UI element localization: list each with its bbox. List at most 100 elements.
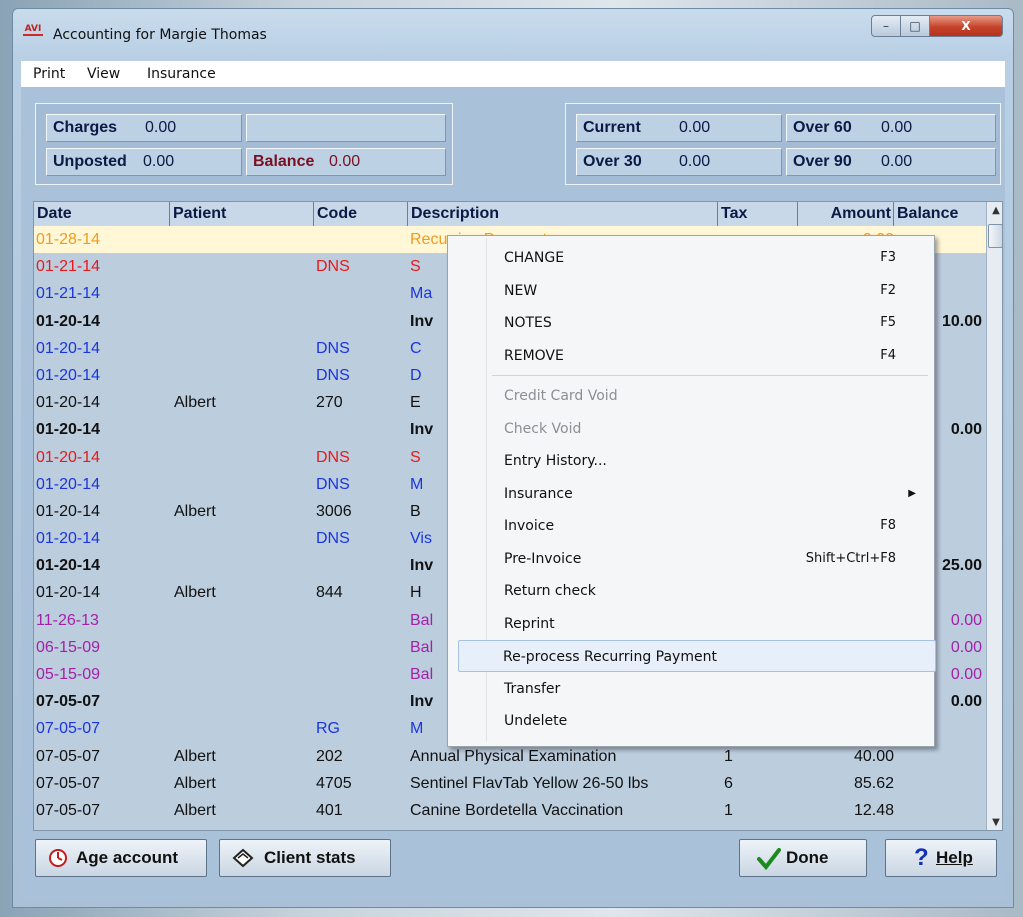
cell-code: DNS: [316, 448, 350, 466]
menu-item-reprint[interactable]: Reprint: [450, 608, 930, 640]
title-bar[interactable]: AVI Accounting for Margie Thomas – □ X: [13, 9, 1013, 61]
col-balance[interactable]: Balance: [894, 202, 986, 226]
over90-value: 0.00: [881, 153, 913, 170]
menu-item-transfer[interactable]: Transfer: [450, 673, 930, 705]
help-button[interactable]: ? Help: [885, 839, 997, 877]
checkmark-icon: [756, 840, 782, 889]
cell-tax: 1: [724, 824, 784, 830]
cell-balance: [894, 797, 982, 824]
app-icon-text: AVI: [23, 24, 43, 36]
charges-value: 0.00: [145, 119, 177, 136]
menu-item-insurance[interactable]: Insurance ▶: [450, 478, 930, 510]
over30-value: 0.00: [679, 153, 711, 170]
cell-desc: Fecal Examination, Flotation: [410, 824, 710, 830]
menu-item-shortcut: F4: [880, 347, 896, 363]
cell-code: DNS: [316, 339, 350, 357]
age-account-button[interactable]: Age account: [35, 839, 207, 877]
age-account-label: Age account: [76, 848, 179, 867]
client-stats-button[interactable]: Client stats: [219, 839, 391, 877]
cell-date: 01-20-14: [36, 312, 101, 330]
menu-item-remove[interactable]: REMOVE F4: [450, 340, 930, 372]
cell-date: 07-05-07: [36, 747, 101, 765]
vertical-scrollbar[interactable]: ▲ ▼: [986, 202, 1002, 830]
cell-code: [316, 226, 406, 253]
cell-date: 01-21-14: [36, 285, 101, 303]
cell-patient: [174, 471, 314, 498]
menu-item-shortcut: Shift+Ctrl+F8: [805, 550, 896, 566]
cell-patient: Albert: [174, 824, 314, 830]
table-row[interactable]: 07-05-07 Albert 4705 Sentinel FlavTab Yello…: [34, 770, 986, 797]
cell-code: 270: [316, 394, 343, 412]
menu-item-undelete[interactable]: Undelete: [450, 705, 930, 737]
current-label: Current: [583, 119, 641, 136]
done-button[interactable]: Done: [739, 839, 867, 877]
close-button[interactable]: X: [929, 15, 1003, 37]
cell-patient: [174, 335, 314, 362]
table-row[interactable]: 07-05-07 Albert 401 Canine Bordetella Vacci…: [34, 797, 986, 824]
over60-label: Over 60: [793, 119, 852, 136]
charges-cell: Charges 0.00: [46, 114, 242, 142]
col-code[interactable]: Code: [314, 202, 408, 226]
maximize-button[interactable]: □: [900, 15, 930, 37]
over60-value: 0.00: [881, 119, 913, 136]
cell-patient: [174, 661, 314, 688]
menu-item-label: Re-process Recurring Payment: [503, 649, 717, 665]
submenu-arrow-icon: ▶: [908, 487, 916, 499]
unposted-label: Unposted: [53, 153, 127, 170]
menu-item-pre-invoice[interactable]: Pre-Invoice Shift+Ctrl+F8: [450, 543, 930, 575]
col-description[interactable]: Description: [408, 202, 718, 226]
minimize-button[interactable]: –: [871, 15, 901, 37]
menu-item-return-check[interactable]: Return check: [450, 575, 930, 607]
cell-date: 11-26-13: [36, 611, 99, 629]
cell-patient: Albert: [174, 394, 216, 412]
cell-code: [316, 552, 406, 579]
cell-code: DNS: [316, 366, 350, 384]
cell-code: RG: [316, 720, 340, 738]
cell-date: 01-20-14: [36, 502, 101, 520]
cell-date: 01-20-14: [36, 584, 101, 602]
balance-value: 0.00: [329, 153, 361, 170]
blank-cell: [246, 114, 446, 142]
question-icon: ?: [914, 844, 929, 871]
scroll-down-icon[interactable]: ▼: [987, 814, 1002, 830]
cell-date: 01-20-14: [36, 339, 101, 357]
menu-item-label: NEW: [504, 282, 538, 299]
cell-patient: [174, 607, 314, 634]
menu-item-shortcut: F2: [880, 282, 896, 298]
menu-item-notes[interactable]: NOTES F5: [450, 307, 930, 339]
col-date[interactable]: Date: [34, 202, 170, 226]
cell-patient: [174, 552, 314, 579]
menu-print[interactable]: Print: [33, 66, 65, 82]
help-label: Help: [936, 848, 973, 867]
menu-item-entry-history[interactable]: Entry History...: [450, 445, 930, 477]
menu-item-label: Reprint: [504, 615, 555, 632]
menu-item-label: REMOVE: [504, 347, 564, 364]
menu-item-label: CHANGE: [504, 250, 565, 266]
menu-item-invoice[interactable]: Invoice F8: [450, 510, 930, 542]
menu-item-change[interactable]: CHANGE F3: [450, 242, 930, 274]
cell-tax: 1: [724, 801, 733, 819]
col-amount[interactable]: Amount: [798, 202, 894, 226]
cell-code: [316, 661, 406, 688]
col-tax[interactable]: Tax: [718, 202, 798, 226]
scroll-thumb[interactable]: [988, 224, 1002, 248]
over90-label: Over 90: [793, 153, 852, 170]
cell-patient: [174, 253, 314, 280]
table-row[interactable]: 07-05-07 Albert815 Fecal Examination, Flot…: [34, 824, 986, 830]
col-patient[interactable]: Patient: [170, 202, 314, 226]
clock-icon: [48, 840, 68, 889]
cell-patient: [174, 362, 314, 389]
menu-item-new[interactable]: NEW F2: [450, 275, 930, 307]
account-summary-left: Charges 0.00 Unposted 0.00 Balance 0.00: [35, 103, 453, 185]
cell-amount: 85.62: [853, 774, 894, 792]
menu-item-label: NOTES: [504, 315, 552, 331]
menu-insurance[interactable]: Insurance: [147, 66, 216, 82]
scroll-up-icon[interactable]: ▲: [987, 202, 1002, 220]
menu-item-credit-card-void: Credit Card Void: [450, 380, 930, 412]
unposted-value: 0.00: [143, 153, 175, 170]
menu-view[interactable]: View: [87, 66, 120, 82]
over30-label: Over 30: [583, 153, 642, 170]
cell-patient: Albert: [174, 774, 216, 792]
cell-date: 07-05-07: [36, 720, 101, 738]
menu-item-re-process-recurring-payment[interactable]: Re-process Recurring Payment: [458, 640, 936, 672]
